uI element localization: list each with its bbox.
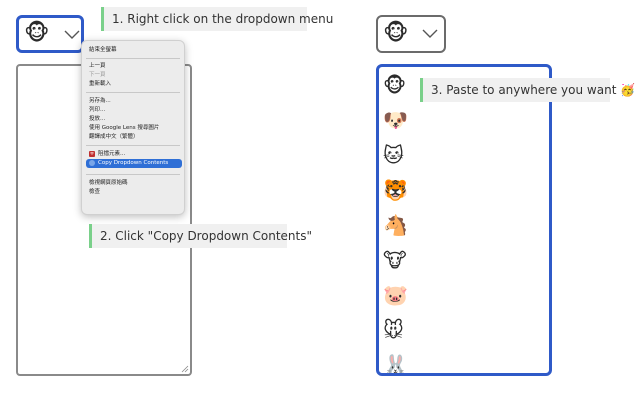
list-item[interactable]: 🐶 bbox=[383, 110, 408, 132]
copy-extension-icon bbox=[89, 159, 95, 166]
menu-item-view-source[interactable]: 檢視網頁原始碼 bbox=[89, 179, 128, 187]
menu-item-save-as[interactable]: 另存為... bbox=[89, 97, 111, 105]
menu-item-block-element[interactable]: ⛨ 阻擋元素... bbox=[89, 150, 125, 158]
emoji-dropdown[interactable]: 🐵 bbox=[16, 15, 84, 53]
menu-item-inspect[interactable]: 檢查 bbox=[89, 188, 100, 196]
instruction-step-2-text: 2. Click "Copy Dropdown Contents" bbox=[100, 229, 313, 243]
menu-item-copy-dropdown-contents-label: Copy Dropdown Contents bbox=[98, 160, 169, 166]
instruction-step-3: 3. Paste to anywhere you want 🥳 bbox=[420, 78, 635, 102]
list-item[interactable]: 🐰 bbox=[383, 355, 408, 373]
menu-item-translate[interactable]: 翻譯成中文（繁體） bbox=[89, 133, 139, 141]
dropdown-selected-value: 🐵 bbox=[383, 21, 409, 46]
chevron-down-icon bbox=[422, 29, 438, 38]
menu-separator bbox=[86, 145, 180, 146]
menu-separator bbox=[86, 58, 180, 59]
instruction-step-1: 1. Right click on the dropdown menu bbox=[101, 7, 333, 31]
menu-separator bbox=[86, 92, 180, 93]
emoji-dropdown-expanded[interactable]: 🐵 bbox=[376, 15, 446, 53]
resize-grip-icon[interactable] bbox=[181, 365, 189, 373]
instruction-step-3-text: 3. Paste to anywhere you want 🥳 bbox=[431, 83, 636, 97]
menu-item-cast[interactable]: 投放... bbox=[89, 115, 105, 123]
menu-item-exit-fullscreen[interactable]: 結束全螢幕 bbox=[89, 46, 117, 54]
menu-item-google-lens[interactable]: 使用 Google Lens 搜尋圖片 bbox=[89, 124, 159, 132]
chevron-down-icon bbox=[64, 30, 80, 39]
list-item[interactable]: 🐮 bbox=[383, 250, 407, 272]
list-item[interactable]: 🐭 bbox=[383, 320, 404, 342]
instruction-step-2: 2. Click "Copy Dropdown Contents" bbox=[89, 224, 312, 248]
context-menu: 結束全螢幕 上一頁 下一頁 重新載入 另存為... 列印... 投放... 使用… bbox=[81, 40, 185, 215]
instruction-step-1-text: 1. Right click on the dropdown menu bbox=[112, 12, 334, 26]
menu-item-copy-dropdown-contents[interactable]: Copy Dropdown Contents bbox=[86, 159, 182, 168]
list-item[interactable]: 🐴 bbox=[383, 215, 408, 237]
list-item[interactable]: 🐯 bbox=[383, 180, 408, 202]
menu-separator bbox=[86, 174, 180, 175]
dropdown-selected-value: 🐵 bbox=[24, 21, 50, 46]
list-item[interactable]: 🐱 bbox=[383, 145, 404, 167]
list-item[interactable]: 🐷 bbox=[383, 285, 408, 307]
menu-item-back[interactable]: 上一頁 bbox=[89, 62, 106, 70]
pasted-contents-list[interactable]: 🐵 🐶 🐱 🐯 🐴 🐮 🐷 🐭 🐰 bbox=[376, 64, 552, 376]
menu-item-forward[interactable]: 下一頁 bbox=[89, 71, 106, 79]
menu-item-print[interactable]: 列印... bbox=[89, 106, 105, 114]
list-item[interactable]: 🐵 bbox=[383, 75, 406, 97]
menu-item-reload[interactable]: 重新載入 bbox=[89, 80, 111, 88]
adblock-extension-icon: ⛨ bbox=[89, 150, 95, 157]
menu-item-block-element-label: 阻擋元素... bbox=[98, 151, 126, 157]
